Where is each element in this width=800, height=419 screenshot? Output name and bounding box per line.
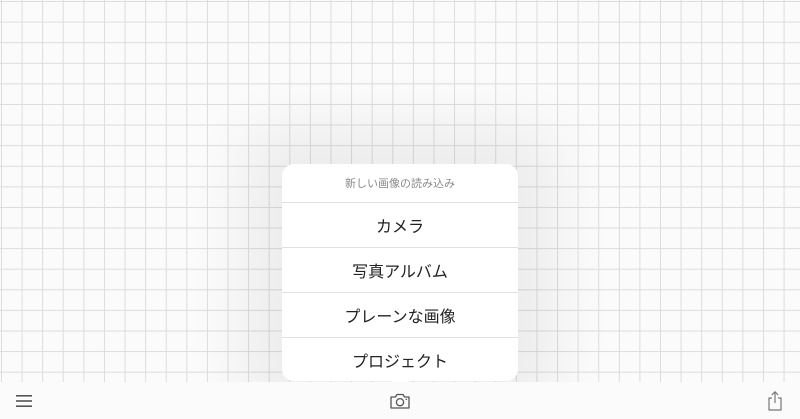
photo-album-option[interactable]: 写真アルバム <box>282 248 518 293</box>
hamburger-menu-icon <box>16 395 32 407</box>
plain-image-option[interactable]: プレーンな画像 <box>282 293 518 338</box>
menu-button[interactable] <box>11 388 37 414</box>
camera-icon <box>390 393 410 409</box>
bottom-toolbar <box>0 382 800 419</box>
popover-title: 新しい画像の読み込み <box>282 164 518 203</box>
share-icon <box>768 391 782 411</box>
camera-button[interactable] <box>387 388 413 414</box>
share-button[interactable] <box>762 388 788 414</box>
import-image-popover: 新しい画像の読み込み カメラ 写真アルバム プレーンな画像 プロジェクト <box>282 164 518 381</box>
project-option[interactable]: プロジェクト <box>282 338 518 381</box>
camera-option[interactable]: カメラ <box>282 203 518 248</box>
